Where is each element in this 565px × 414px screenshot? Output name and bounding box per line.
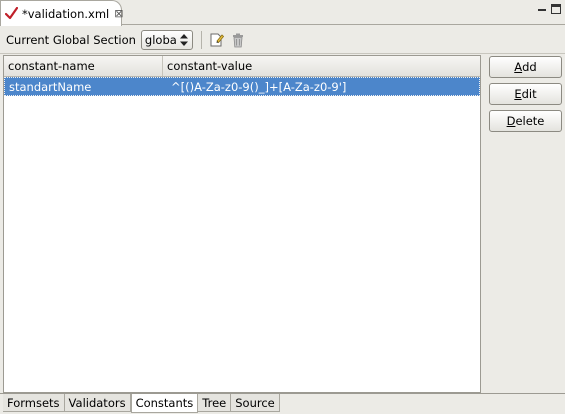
editor-tab-title: *validation.xml bbox=[22, 6, 110, 21]
maximize-icon[interactable] bbox=[551, 4, 561, 14]
edit-button-label: dit bbox=[521, 87, 537, 101]
constant-name-cell: standartName bbox=[9, 79, 92, 94]
tab-constants[interactable]: Constants bbox=[130, 394, 199, 413]
window-controls bbox=[536, 3, 561, 15]
tab-tree[interactable]: Tree bbox=[198, 394, 232, 412]
updown-arrows-icon bbox=[179, 33, 188, 46]
add-button[interactable]: Add bbox=[489, 56, 562, 78]
section-toolbar: Current Global Section globa bbox=[0, 26, 565, 54]
tab-validators[interactable]: Validators bbox=[64, 394, 131, 412]
close-icon[interactable]: ⊠ bbox=[114, 8, 123, 19]
tab-formsets[interactable]: Formsets bbox=[3, 394, 65, 412]
global-section-value: globa bbox=[144, 32, 177, 47]
column-header-constant-name[interactable]: constant-name bbox=[4, 56, 163, 76]
edit-button-mnemonic: E bbox=[514, 87, 522, 101]
global-section-label: Current Global Section bbox=[6, 32, 136, 47]
delete-button-mnemonic: D bbox=[506, 114, 516, 128]
table-header: constant-name constant-value bbox=[4, 56, 480, 77]
add-button-mnemonic: A bbox=[514, 60, 523, 74]
editor-window: *validation.xml ⊠ Current Global Section… bbox=[0, 0, 565, 414]
tab-source[interactable]: Source bbox=[231, 394, 280, 412]
table-row[interactable]: standartName ^[()A-Za-z0-9()_]+[A-Za-z0-… bbox=[4, 77, 480, 96]
global-section-select[interactable]: globa bbox=[140, 29, 193, 50]
toolbar-separator bbox=[200, 30, 202, 49]
editor-tab-strip: *validation.xml ⊠ bbox=[0, 0, 565, 26]
constants-table: constant-name constant-value standartNam… bbox=[3, 55, 481, 393]
edit-button[interactable]: Edit bbox=[489, 83, 562, 105]
column-header-constant-value[interactable]: constant-value bbox=[163, 56, 480, 76]
constant-value-cell: ^[()A-Za-z0-9()_]+[A-Za-z0-9'] bbox=[171, 79, 347, 94]
editor-tab-validation-xml[interactable]: *validation.xml ⊠ bbox=[0, 0, 123, 26]
new-item-icon[interactable] bbox=[208, 32, 224, 48]
minimize-icon[interactable] bbox=[536, 3, 548, 15]
delete-button-label: elete bbox=[515, 114, 545, 128]
checkmark-icon bbox=[4, 6, 19, 20]
add-button-label: dd bbox=[522, 60, 537, 74]
trash-icon[interactable] bbox=[230, 32, 246, 48]
delete-button[interactable]: Delete bbox=[489, 110, 562, 132]
page-tabs: Formsets Validators Constants Tree Sourc… bbox=[0, 393, 565, 414]
